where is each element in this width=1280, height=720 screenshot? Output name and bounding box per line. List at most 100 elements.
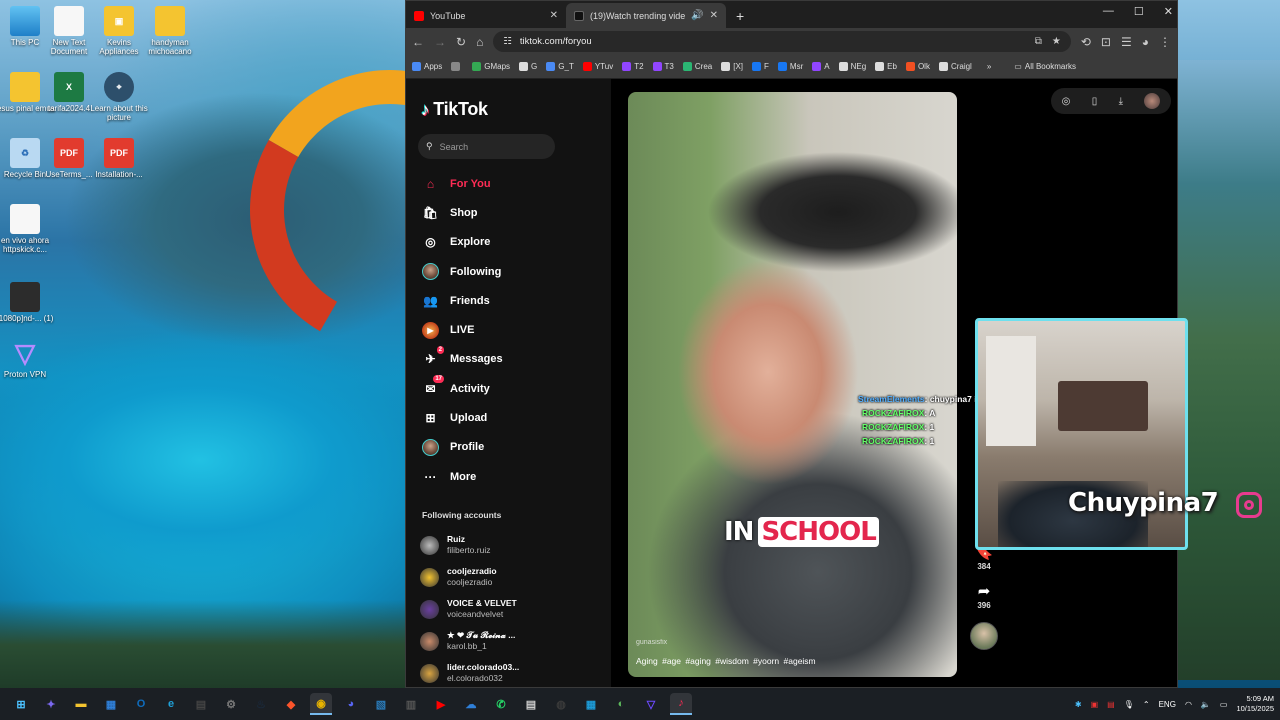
menu-kebab-icon[interactable]: ⋮: [1159, 35, 1171, 49]
brave-icon[interactable]: ◆: [280, 693, 302, 715]
sidebar-item-live[interactable]: ▶ LIVE: [418, 315, 608, 344]
tiktok-icon[interactable]: ♪: [670, 693, 692, 715]
expand-tray-icon[interactable]: ⌃: [1143, 700, 1150, 709]
bookmark-craigl[interactable]: Craigl: [938, 62, 972, 71]
tray-app-icon[interactable]: ▣: [1091, 700, 1099, 709]
following-account[interactable]: ★ ❤ 𝓣𝓾 𝓡𝓮𝓲𝓷𝓪 ... karol.bb_1: [420, 625, 610, 657]
search-tabs-icon[interactable]: ⊡: [1101, 35, 1111, 49]
language-indicator[interactable]: ENG: [1159, 700, 1176, 709]
all-bookmarks-button[interactable]: ▭ All Bookmarks: [1014, 62, 1076, 71]
bookmark-star-icon[interactable]: ★: [1052, 36, 1061, 47]
youtube-icon[interactable]: ▶: [430, 693, 452, 715]
tab-tiktok[interactable]: (19)Watch trending videos 🔊 ✕: [566, 3, 726, 28]
download-icon[interactable]: ⤓: [1119, 96, 1123, 107]
forward-icon[interactable]: →: [434, 35, 446, 49]
home-icon[interactable]: ⌂: [476, 35, 483, 49]
coin-icon[interactable]: ◎: [1062, 96, 1071, 107]
video-hashtags[interactable]: Aging #age #aging #wisdom #yoorn #ageism: [636, 656, 816, 666]
bookmark-x[interactable]: [X]: [721, 62, 743, 71]
tab-youtube[interactable]: YouTube ✕: [406, 3, 566, 28]
video-player[interactable]: IN SCHOOL gunasisfix Aging #age #aging #…: [628, 92, 957, 677]
bookmark-g[interactable]: G: [519, 62, 537, 71]
speaker-icon[interactable]: 🔊: [691, 10, 703, 21]
edge-icon[interactable]: e: [160, 693, 182, 715]
proton-icon[interactable]: ▽: [640, 693, 662, 715]
rec-icon[interactable]: ▤: [190, 693, 212, 715]
desktop-icon-learn-about-this-picture[interactable]: ⌖ Learn about this picture: [87, 72, 151, 122]
back-icon[interactable]: ←: [412, 35, 424, 49]
bookmark-neg[interactable]: NEg: [838, 62, 866, 71]
share-action[interactable]: ➦ 396: [964, 583, 1004, 610]
onedrive-icon[interactable]: ☁: [460, 693, 482, 715]
battery-icon[interactable]: ▭: [1220, 700, 1228, 709]
desktop-icon-1080p-nd-1[interactable]: [1080p]nd-... (1): [0, 282, 57, 323]
close-tab-icon[interactable]: ✕: [710, 10, 718, 21]
search-input[interactable]: ⚲ Search: [418, 134, 555, 159]
bookmark-t3[interactable]: T3: [652, 62, 674, 71]
following-account[interactable]: Ruiz filiberto.ruiz: [420, 529, 610, 561]
maximize-icon[interactable]: ☐: [1134, 5, 1144, 18]
bookmarks-overflow-button[interactable]: »: [987, 62, 991, 71]
sidebar-item-upload[interactable]: ⊞ Upload: [418, 403, 608, 432]
bookmark-f[interactable]: F: [752, 62, 769, 71]
copilot-icon[interactable]: ✦: [40, 693, 62, 715]
store-icon[interactable]: ▦: [100, 693, 122, 715]
tiktok-logo[interactable]: ♪ TikTok: [421, 99, 488, 120]
windows-start-icon[interactable]: ⊞: [10, 693, 32, 715]
history-icon[interactable]: ⟲: [1081, 35, 1091, 49]
bluetooth-icon[interactable]: ✱: [1075, 700, 1082, 709]
sidebar-item-explore[interactable]: ◎ Explore: [418, 228, 608, 257]
obs-icon[interactable]: ◍: [550, 693, 572, 715]
bookmark-apps-grid[interactable]: [451, 62, 463, 71]
bookmark-msr[interactable]: Msr: [777, 62, 803, 71]
bookmark-ytuv[interactable]: YTuv: [582, 62, 613, 71]
bookmark-gmaps[interactable]: GMaps: [472, 62, 510, 71]
tray-pdf-icon[interactable]: ▤: [1107, 700, 1115, 709]
video-author[interactable]: gunasisfix: [636, 639, 667, 646]
vpn-green-icon[interactable]: ◐: [610, 693, 632, 715]
bookmark-olk[interactable]: Olk: [905, 62, 930, 71]
volume-icon[interactable]: 🔈: [1201, 700, 1211, 709]
sidebar-item-activity[interactable]: ✉ 17 Activity: [418, 374, 608, 403]
wifi-icon[interactable]: ◠: [1185, 700, 1192, 709]
address-bar[interactable]: ☷ tiktok.com/foryou ⧉ ★: [493, 31, 1071, 52]
minimize-icon[interactable]: —: [1103, 5, 1114, 18]
bookmark-g-t[interactable]: G_T: [546, 62, 574, 71]
install-app-icon[interactable]: ⧉: [1035, 36, 1042, 47]
chrome-icon[interactable]: ◉: [310, 693, 332, 715]
discord-icon[interactable]: ◕: [340, 693, 362, 715]
sidebar-item-friends[interactable]: 👥 Friends: [418, 286, 608, 315]
sidebar-item-shop[interactable]: 🛍 Shop: [418, 198, 608, 227]
spreadsheet-icon[interactable]: ▦: [580, 693, 602, 715]
sidebar-item-more[interactable]: ··· More: [418, 462, 608, 491]
following-account[interactable]: VOICE & VELVET voiceandvelvet: [420, 593, 610, 625]
sidebar-item-profile[interactable]: Profile: [418, 433, 608, 462]
bookmark-a[interactable]: A: [812, 62, 830, 71]
steam-icon[interactable]: ♨: [250, 693, 272, 715]
notepad-icon[interactable]: ▤: [520, 693, 542, 715]
profile-avatar-icon[interactable]: ◕: [1142, 35, 1149, 49]
bookmark-crea[interactable]: Crea: [682, 62, 712, 71]
new-tab-button[interactable]: +: [726, 8, 754, 28]
creator-avatar[interactable]: [970, 622, 998, 650]
sidebar-item-for-you[interactable]: ⌂ For You: [418, 169, 608, 198]
desktop-icon-handyman-michoacano[interactable]: handyman michoacano: [138, 6, 202, 56]
close-window-icon[interactable]: ✕: [1164, 5, 1173, 18]
site-info-icon[interactable]: ☷: [503, 36, 512, 47]
following-account[interactable]: cooljezradio cooljezradio: [420, 561, 610, 593]
mic-icon[interactable]: 🎙: [1124, 700, 1134, 709]
desktop-icon-installation[interactable]: PDF Installation-...: [87, 138, 151, 179]
sticky-icon[interactable]: ▥: [400, 693, 422, 715]
file-explorer-icon[interactable]: ▬: [70, 693, 92, 715]
settings-icon[interactable]: ⚙: [220, 693, 242, 715]
bookmark-t2[interactable]: T2: [622, 62, 644, 71]
reload-icon[interactable]: ↻: [456, 35, 466, 49]
clock[interactable]: 5:09 AM 10/15/2025: [1236, 694, 1274, 714]
close-tab-icon[interactable]: ✕: [550, 10, 558, 21]
desktop-icon-en-vivo-ahora-httpskick-c[interactable]: en vivo ahora httpskick.c...: [0, 204, 57, 254]
sidebar-item-following[interactable]: Following: [418, 257, 608, 286]
outlook-icon[interactable]: O: [130, 693, 152, 715]
sidebar-item-messages[interactable]: ✈ 2 Messages: [418, 345, 608, 374]
phone-icon[interactable]: ▯: [1092, 96, 1098, 107]
whatsapp-icon[interactable]: ✆: [490, 693, 512, 715]
